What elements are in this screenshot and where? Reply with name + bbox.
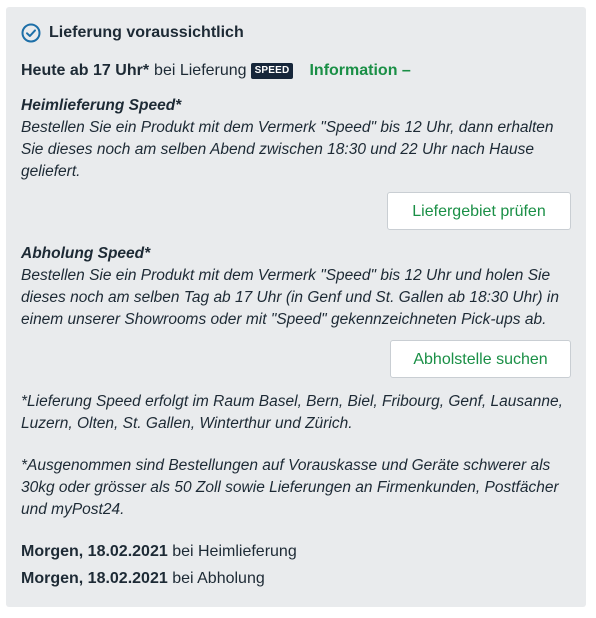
check-circle-icon [21,23,41,43]
panel-title: Lieferung voraussichtlich [21,23,244,43]
home-delivery-date: Morgen, 18.02.2021 [21,543,168,560]
home-delivery-date-method: bei Heimlieferung [172,543,297,560]
pickup-date-method: bei Abholung [172,570,265,587]
pickup-date-row: Morgen, 18.02.2021 bei Abholung [21,570,265,588]
pickup-date: Morgen, 18.02.2021 [21,570,168,587]
check-delivery-area-button[interactable]: Liefergebiet prüfen [387,192,571,230]
panel-title-text: Lieferung voraussichtlich [49,24,244,41]
pickup-section: Abholung Speed* Bestellen Sie ein Produk… [21,243,573,331]
delivery-info-panel: Lieferung voraussichtlich Heute ab 17 Uh… [6,7,586,607]
home-delivery-date-row: Morgen, 18.02.2021 bei Heimlieferung [21,543,297,561]
delivery-time: Heute ab 17 Uhr* [21,62,150,79]
pickup-text: Bestellen Sie ein Produkt mit dem Vermer… [21,267,559,328]
pickup-heading: Abholung Speed* [21,245,151,262]
home-delivery-heading: Heimlieferung Speed* [21,97,182,114]
find-pickup-point-button[interactable]: Abholstelle suchen [390,340,571,378]
footnote-speed-area: *Lieferung Speed erfolgt im Raum Basel, … [21,393,563,432]
delivery-estimate: Heute ab 17 Uhr* bei Lieferung SPEED Inf… [21,62,411,80]
home-delivery-text: Bestellen Sie ein Produkt mit dem Vermer… [21,119,554,180]
information-toggle-link[interactable]: Information – [309,62,410,80]
delivery-method: bei Lieferung [154,62,247,79]
footnote-exclusions: *Ausgenommen sind Bestellungen auf Vorau… [21,457,559,518]
home-delivery-section: Heimlieferung Speed* Bestellen Sie ein P… [21,95,573,183]
speed-badge: SPEED [250,63,294,79]
